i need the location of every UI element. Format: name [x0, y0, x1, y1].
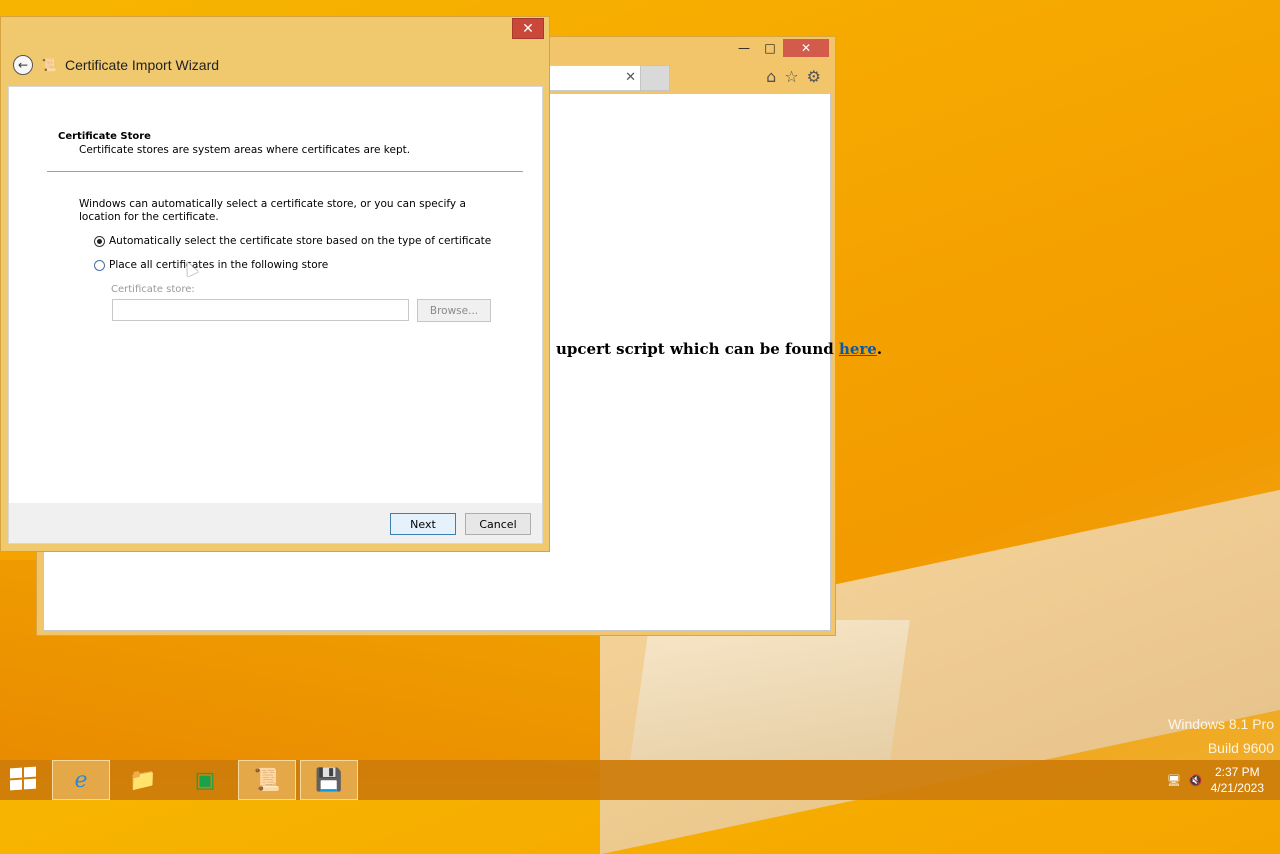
taskbar-internet-explorer[interactable]: e: [52, 760, 110, 800]
start-button[interactable]: [10, 766, 38, 792]
close-tab-icon[interactable]: ✕: [625, 70, 636, 85]
here-link[interactable]: here: [839, 340, 877, 358]
taskbar-certificate-import-wizard[interactable]: 💾: [300, 760, 358, 800]
back-arrow-icon[interactable]: ←: [13, 55, 33, 75]
radio-place-in-store[interactable]: [94, 259, 105, 271]
taskbar-file-explorer[interactable]: 📁: [114, 760, 172, 800]
wizard-footer: Next Cancel: [8, 503, 543, 544]
volume-muted-icon[interactable]: 🔇: [1189, 774, 1203, 787]
option-manual-row[interactable]: Place all certificates in the following …: [94, 259, 328, 271]
clock[interactable]: 2:37 PM 4/21/2023: [1211, 764, 1264, 796]
browse-button[interactable]: Browse...: [417, 299, 491, 322]
start-logo-pane: [24, 778, 36, 790]
network-icon[interactable]: 🖥: [1167, 774, 1181, 787]
section-description: Certificate stores are system areas wher…: [79, 144, 411, 156]
close-button[interactable]: ✕: [512, 18, 544, 39]
wizard-title: Certificate Import Wizard: [65, 57, 220, 73]
certificate-import-icon: 💾: [315, 767, 343, 793]
taskbar-certificate[interactable]: 📜: [238, 760, 296, 800]
radio-place-in-store-label[interactable]: Place all certificates in the following …: [109, 259, 328, 271]
browser-window-controls: — □ ✕: [731, 39, 829, 57]
windows-edition-watermark: Windows 8.1 Pro: [1168, 716, 1274, 732]
folder-icon: 📁: [129, 767, 157, 793]
radio-auto-select[interactable]: [94, 235, 105, 247]
certificate-store-field[interactable]: [112, 299, 409, 321]
clock-time: 2:37 PM: [1214, 765, 1260, 779]
divider: [47, 171, 523, 172]
favorites-star-icon[interactable]: ☆: [784, 67, 798, 86]
cancel-button[interactable]: Cancel: [465, 513, 531, 535]
next-button[interactable]: Next: [390, 513, 456, 535]
certificate-icon: 📜: [253, 767, 281, 793]
certificate-import-wizard-dialog: ✕ ← 📜 Certificate Import Wizard Certific…: [0, 16, 550, 552]
radio-auto-select-label[interactable]: Automatically select the certificate sto…: [109, 235, 491, 247]
section-title: Certificate Store: [58, 131, 151, 142]
start-logo-pane: [10, 767, 22, 779]
windows-build-watermark: Build 9600: [1207, 740, 1274, 756]
system-tray: 🖥 🔇 2:37 PM 4/21/2023: [1167, 764, 1264, 796]
store-icon: ▣: [194, 767, 216, 793]
radio-selected-dot: [97, 238, 102, 244]
certificate-wizard-icon: 📜: [41, 58, 57, 72]
clock-date: 4/21/2023: [1210, 781, 1264, 795]
taskbar: e 📁 ▣ 📜 💾 🖥 🔇 2:37 PM 4/21/2023: [0, 760, 1280, 800]
taskbar-store[interactable]: ▣: [176, 760, 234, 800]
start-logo-pane: [24, 766, 36, 778]
maximize-button[interactable]: □: [757, 39, 783, 57]
internet-explorer-icon: e: [74, 767, 88, 793]
desktop-background-shape: [630, 620, 910, 760]
gear-icon[interactable]: ⚙: [807, 67, 821, 86]
close-button[interactable]: ✕: [783, 39, 829, 57]
wizard-header: ← 📜 Certificate Import Wizard: [13, 55, 219, 75]
minimize-button[interactable]: —: [731, 39, 757, 57]
page-text: upcert script which can be found here.: [556, 340, 882, 358]
home-icon[interactable]: ⌂: [766, 67, 776, 86]
page-text-after-link: .: [876, 340, 883, 358]
new-tab-button[interactable]: [640, 65, 670, 91]
start-logo-pane: [10, 779, 22, 791]
wizard-body: Certificate Store Certificate stores are…: [8, 86, 543, 504]
page-text-before-link: upcert script which can be found: [556, 340, 839, 358]
option-auto-row[interactable]: Automatically select the certificate sto…: [94, 235, 491, 247]
browser-toolbar: ⌂ ☆ ⚙: [766, 67, 821, 86]
intro-text: Windows can automatically select a certi…: [79, 198, 466, 223]
certificate-store-label: Certificate store:: [111, 284, 195, 295]
